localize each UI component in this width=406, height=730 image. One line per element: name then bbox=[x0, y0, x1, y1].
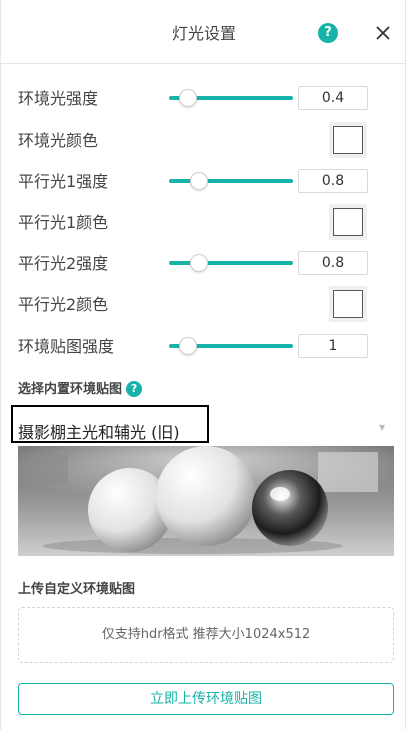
env-map-intensity-label: 环境贴图强度 bbox=[18, 337, 115, 356]
panel-title: 灯光设置 bbox=[171, 24, 236, 43]
directional-2-color-row: 平行光2颜色 bbox=[1, 286, 406, 322]
directional-2-intensity-slider[interactable] bbox=[169, 254, 293, 272]
directional-1-intensity-input[interactable]: 0.8 bbox=[298, 169, 368, 193]
directional-2-intensity-row: 平行光2强度 0.8 bbox=[1, 245, 406, 281]
slider-handle[interactable] bbox=[178, 89, 197, 107]
help-icon[interactable]: ? bbox=[126, 381, 143, 397]
env-map-intensity-row: 环境贴图强度 1 bbox=[1, 328, 406, 364]
env-map-section-label: 选择内置环境贴图 bbox=[18, 382, 123, 397]
ambient-intensity-label: 环境光强度 bbox=[18, 89, 99, 108]
ambient-intensity-slider[interactable] bbox=[169, 89, 293, 107]
directional-2-intensity-label: 平行光2强度 bbox=[18, 254, 109, 273]
env-map-selected-value: 摄影棚主光和辅光 (旧) bbox=[11, 405, 209, 443]
color-swatch bbox=[333, 126, 363, 154]
env-map-preview-image bbox=[18, 446, 394, 556]
color-swatch bbox=[333, 208, 363, 236]
directional-1-color-picker[interactable] bbox=[329, 204, 367, 240]
directional-1-color-row: 平行光1颜色 bbox=[1, 204, 406, 240]
ambient-color-picker[interactable] bbox=[329, 122, 367, 158]
slider-handle[interactable] bbox=[178, 337, 197, 355]
slider-handle[interactable] bbox=[189, 172, 208, 190]
close-icon[interactable] bbox=[372, 22, 394, 44]
lighting-settings-panel: 灯光设置 ? 环境光强度 0.4 环境光颜色 平行光1强度 0.8 平行光1颜色 bbox=[0, 0, 406, 730]
directional-1-intensity-row: 平行光1强度 0.8 bbox=[1, 163, 406, 199]
directional-2-color-picker[interactable] bbox=[329, 286, 367, 322]
panel-header: 灯光设置 ? bbox=[1, 0, 406, 64]
ambient-intensity-input[interactable]: 0.4 bbox=[298, 86, 368, 110]
upload-section-title: 上传自定义环境贴图 bbox=[18, 582, 136, 597]
directional-2-color-label: 平行光2颜色 bbox=[18, 295, 109, 314]
directional-1-color-label: 平行光1颜色 bbox=[18, 213, 109, 232]
directional-1-intensity-label: 平行光1强度 bbox=[18, 172, 109, 191]
chevron-down-icon: ▼ bbox=[379, 423, 386, 432]
directional-1-intensity-slider[interactable] bbox=[169, 172, 293, 190]
ambient-color-row: 环境光颜色 bbox=[1, 122, 406, 158]
ambient-color-label: 环境光颜色 bbox=[18, 131, 99, 150]
env-map-intensity-input[interactable]: 1 bbox=[298, 334, 368, 358]
env-map-select[interactable]: 摄影棚主光和辅光 (旧) ▼ bbox=[11, 405, 394, 443]
env-map-intensity-slider[interactable] bbox=[169, 337, 293, 355]
upload-dropzone[interactable]: 仅支持hdr格式 推荐大小1024x512 bbox=[18, 607, 394, 663]
slider-handle[interactable] bbox=[189, 254, 208, 272]
ambient-intensity-row: 环境光强度 0.4 bbox=[1, 80, 406, 116]
directional-2-intensity-input[interactable]: 0.8 bbox=[298, 251, 368, 275]
env-map-section-title: 选择内置环境贴图? bbox=[18, 378, 143, 397]
color-swatch bbox=[333, 290, 363, 318]
help-icon[interactable]: ? bbox=[318, 23, 338, 43]
upload-env-map-button[interactable]: 立即上传环境贴图 bbox=[18, 683, 394, 715]
